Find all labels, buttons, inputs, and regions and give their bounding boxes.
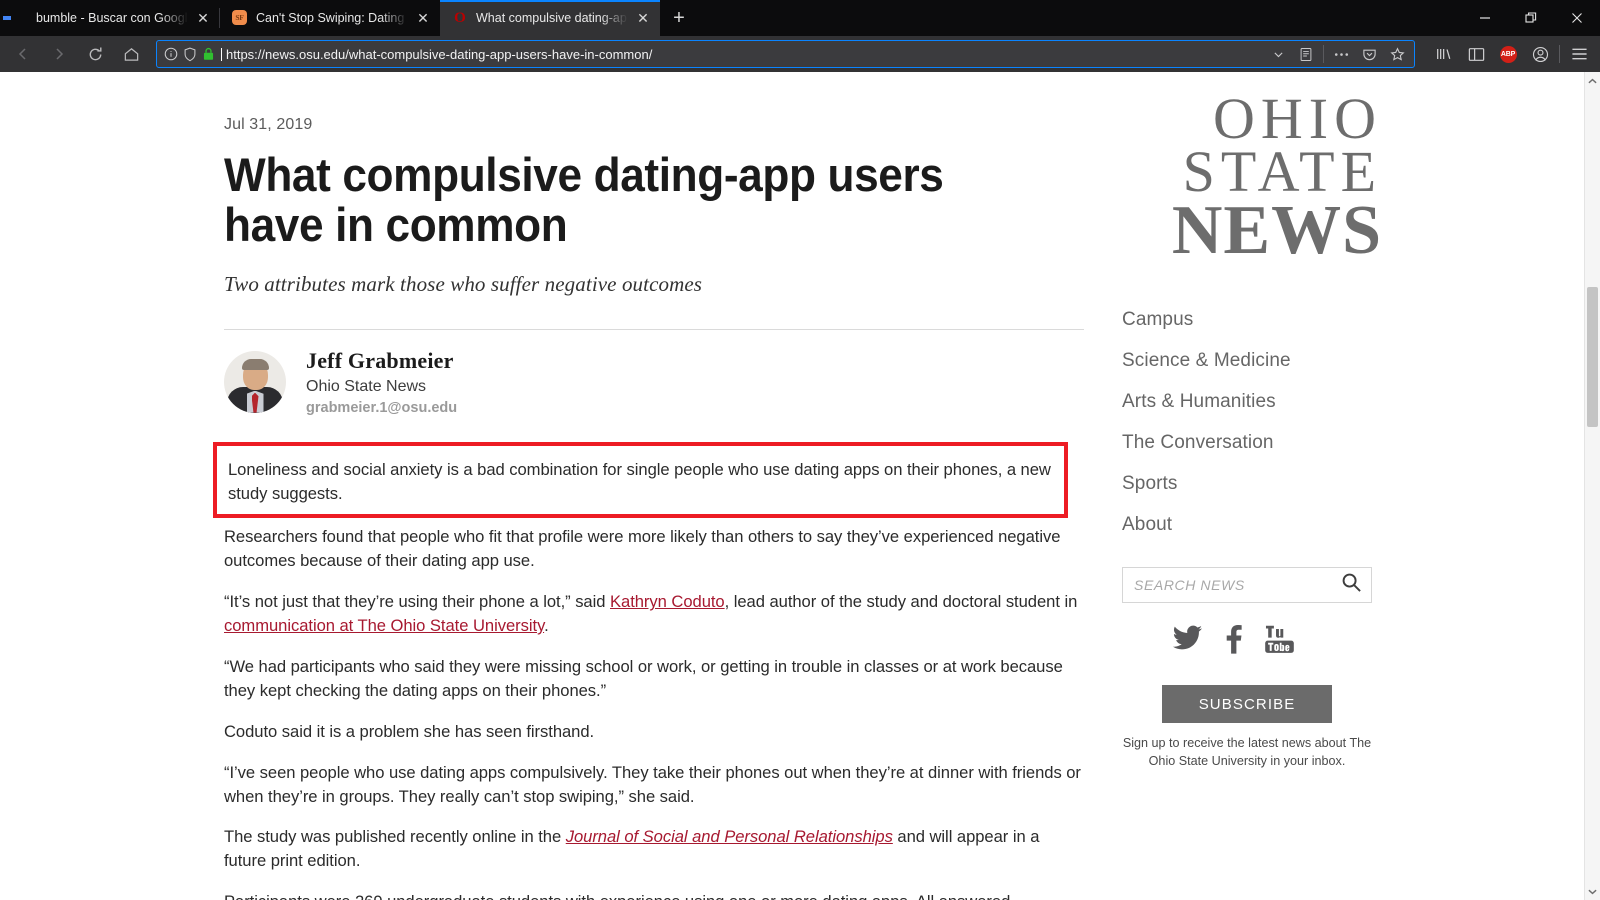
lead-paragraph: Loneliness and social anxiety is a bad c… <box>228 459 1051 503</box>
new-tab-button[interactable]: + <box>660 0 698 36</box>
navigation-toolbar: https://news.osu.edu/what-compulsive-dat… <box>0 36 1600 72</box>
osu-favicon: O <box>454 9 466 26</box>
library-icon[interactable] <box>1429 39 1459 69</box>
page-title: What compulsive dating-app users have in… <box>224 148 944 251</box>
page-viewport: Jul 31, 2019 What compulsive dating-app … <box>0 72 1600 900</box>
twitter-icon[interactable] <box>1172 625 1203 659</box>
quote-text-before: “It’s not just that they’re using their … <box>224 592 610 612</box>
shield-icon <box>184 47 196 61</box>
sidebar-item-science-medicine[interactable]: Science & Medicine <box>1122 340 1384 381</box>
sidebar-item-campus[interactable]: Campus <box>1122 299 1384 340</box>
search-icon[interactable] <box>1341 572 1362 598</box>
article-deck: Two attributes mark those who suffer neg… <box>224 271 703 296</box>
link-kathryn-coduto[interactable]: Kathryn Coduto <box>610 592 725 611</box>
link-journal[interactable]: Journal of Social and Personal Relations… <box>566 827 893 846</box>
google-favicon <box>12 10 28 26</box>
journal-text-before: The study was published recently online … <box>224 827 566 847</box>
social-links <box>1122 625 1384 659</box>
quote-text-after: . <box>544 616 549 636</box>
author-byline: Jeff Grabmeier Ohio State News grabmeier… <box>224 330 1084 416</box>
sidebar-item-sports[interactable]: Sports <box>1122 463 1384 504</box>
scroll-up-arrow-icon[interactable] <box>1585 72 1600 89</box>
tab-title: What compulsive dating-app u <box>476 11 628 25</box>
paragraph-participants-quote: “We had participants who said they were … <box>224 656 1063 700</box>
logo-line-ohio: OHIO <box>1213 86 1382 151</box>
paragraph-participants-count: Participants were 269 undergraduate stud… <box>224 890 1084 900</box>
chevron-down-icon[interactable] <box>1265 41 1291 67</box>
logo-line-state: STATE <box>1182 139 1382 205</box>
sf-favicon: SF <box>232 10 248 26</box>
scroll-down-arrow-icon[interactable] <box>1585 883 1600 900</box>
quote-text-middle: , lead author of the study and doctoral … <box>724 592 1078 612</box>
page-scrollbar[interactable] <box>1584 72 1600 900</box>
browser-tab-1[interactable]: bumble - Buscar con Google ✕ <box>0 0 220 36</box>
article-date: Jul 31, 2019 <box>224 116 313 133</box>
search-box[interactable] <box>1122 567 1372 604</box>
url-divider <box>1323 45 1324 63</box>
browser-tab-3-active[interactable]: O What compulsive dating-app u ✕ <box>440 0 660 36</box>
browser-tab-2[interactable]: SF Can't Stop Swiping: Dating App ✕ <box>219 0 440 36</box>
tab-title: Can't Stop Swiping: Dating App <box>256 11 408 25</box>
account-icon[interactable] <box>1525 39 1555 69</box>
tab-title: bumble - Buscar con Google <box>36 11 188 25</box>
facebook-icon[interactable] <box>1225 625 1242 659</box>
avatar <box>224 350 286 413</box>
subscribe-note: Sign up to receive the latest news about… <box>1122 736 1372 768</box>
article: Jul 31, 2019 What compulsive dating-app … <box>213 72 1084 900</box>
page-actions-icon[interactable] <box>1328 41 1354 67</box>
minimize-button[interactable] <box>1462 0 1508 36</box>
sidebar-nav: Campus Science & Medicine Arts & Humanit… <box>1122 299 1384 545</box>
paragraph-swiping-quote: “I’ve seen people who use dating apps co… <box>224 762 1081 806</box>
url-text[interactable]: https://news.osu.edu/what-compulsive-dat… <box>221 47 1259 62</box>
adblock-badge: ABP <box>1499 45 1517 63</box>
restore-button[interactable] <box>1508 0 1554 36</box>
sidebar-icon[interactable] <box>1461 39 1491 69</box>
paragraph-firsthand: Coduto said it is a problem she has seen… <box>224 721 595 741</box>
youtube-icon[interactable] <box>1264 625 1295 659</box>
paragraph-journal: The study was published recently online … <box>224 825 1084 873</box>
back-arrow-icon[interactable] <box>6 39 40 69</box>
pocket-icon[interactable] <box>1356 41 1382 67</box>
forward-arrow-icon[interactable] <box>42 39 76 69</box>
window-controls <box>1462 0 1600 36</box>
adblock-plus-icon[interactable]: ABP <box>1493 39 1523 69</box>
author-organization: Ohio State News <box>306 377 427 395</box>
paragraph-researchers: Researchers found that people who fit th… <box>224 527 1061 571</box>
sidebar-item-about[interactable]: About <box>1122 504 1384 545</box>
author-name: Jeff Grabmeier <box>306 347 454 373</box>
author-email: grabmeier.1@osu.edu <box>306 399 458 416</box>
scrollbar-thumb[interactable] <box>1587 287 1598 427</box>
star-icon[interactable] <box>1384 41 1410 67</box>
info-icon <box>164 47 178 61</box>
home-icon[interactable] <box>114 39 148 69</box>
paragraph-quote-coduto: “It’s not just that they’re using their … <box>224 590 1084 638</box>
reload-icon[interactable] <box>78 39 112 69</box>
site-logo[interactable]: OHIO STATE NEWS <box>1122 86 1384 269</box>
article-body: Loneliness and social anxiety is a bad c… <box>213 441 1084 900</box>
padlock-icon <box>203 47 214 60</box>
tab-strip-spacer <box>698 0 1462 36</box>
close-window-button[interactable] <box>1554 0 1600 36</box>
link-communication-osu[interactable]: communication at The Ohio State Universi… <box>224 616 544 635</box>
url-bar[interactable]: https://news.osu.edu/what-compulsive-dat… <box>156 40 1415 68</box>
logo-line-news: NEWS <box>1171 191 1382 269</box>
toolbar-right-icons: ABP <box>1423 39 1594 69</box>
browser-window: bumble - Buscar con Google ✕ SF Can't St… <box>0 0 1600 900</box>
tab-close-button[interactable]: ✕ <box>416 11 430 25</box>
sidebar: OHIO STATE NEWS Campus Science & Medicin… <box>1084 72 1384 900</box>
site-identity-icons <box>164 47 215 62</box>
url-action-icons <box>1265 41 1410 67</box>
tab-strip: bumble - Buscar con Google ✕ SF Can't St… <box>0 0 1600 36</box>
highlight-annotation-box: Loneliness and social anxiety is a bad c… <box>213 441 1068 519</box>
sidebar-item-the-conversation[interactable]: The Conversation <box>1122 422 1384 463</box>
sidebar-item-arts-humanities[interactable]: Arts & Humanities <box>1122 381 1384 422</box>
hamburger-menu-icon[interactable] <box>1564 39 1594 69</box>
subscribe-button[interactable]: SUBSCRIBE <box>1162 685 1332 724</box>
search-input[interactable] <box>1134 577 1341 594</box>
toolbar-divider <box>1559 45 1560 63</box>
tab-close-button[interactable]: ✕ <box>636 11 650 25</box>
tab-close-button[interactable]: ✕ <box>196 11 210 25</box>
page-content: Jul 31, 2019 What compulsive dating-app … <box>0 72 1584 900</box>
reader-view-icon[interactable] <box>1293 41 1319 67</box>
